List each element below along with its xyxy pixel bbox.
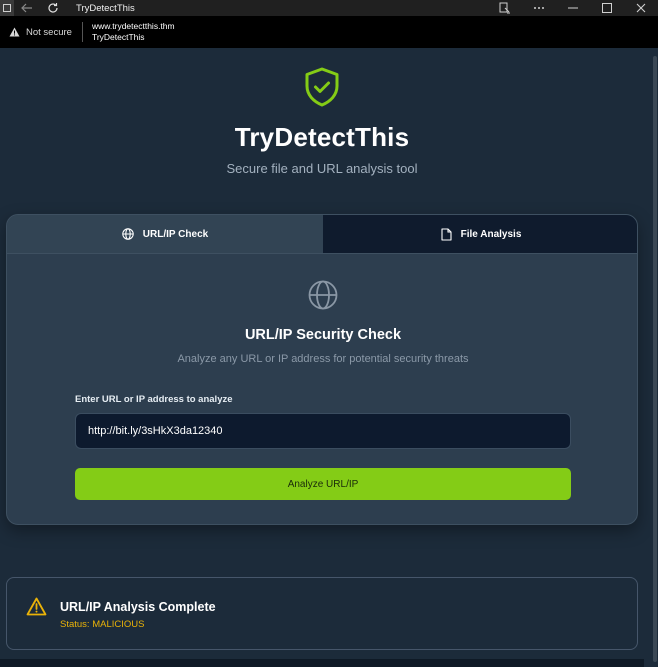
url-input[interactable] — [75, 413, 571, 449]
analysis-card: URL/IP Check File Analysis URL/IP Securi… — [6, 214, 638, 525]
section-description: Analyze any URL or IP address for potent… — [177, 353, 469, 365]
window-titlebar: TryDetectThis — [0, 0, 658, 16]
file-icon — [441, 227, 452, 241]
tab-url-ip-check[interactable]: URL/IP Check — [7, 215, 323, 253]
window-title: TryDetectThis — [76, 2, 135, 14]
site-security-indicator[interactable]: Not secure — [0, 16, 72, 48]
maximize-button[interactable] — [590, 0, 624, 16]
section-title: URL/IP Security Check — [244, 327, 402, 343]
refresh-button[interactable] — [40, 0, 66, 16]
warning-triangle-icon — [9, 27, 20, 37]
close-button[interactable] — [624, 0, 658, 16]
tab-file-analysis[interactable]: File Analysis — [323, 215, 637, 253]
address-bar: Not secure www.trydetectthis.thm TryDete… — [0, 16, 658, 48]
app-subtitle: Secure file and URL analysis tool — [226, 161, 418, 176]
refresh-icon — [48, 3, 58, 13]
reader-mode-button[interactable] — [488, 0, 522, 16]
minimize-button[interactable] — [556, 0, 590, 16]
tab-bar: URL/IP Check File Analysis — [7, 215, 637, 253]
url-display[interactable]: www.trydetectthis.thm TryDetectThis — [92, 21, 175, 43]
result-panel: URL/IP Analysis Complete Status: MALICIO… — [6, 577, 638, 650]
tab-label: File Analysis — [460, 228, 522, 240]
arrow-left-icon — [21, 3, 32, 13]
tab-actions-button[interactable] — [0, 0, 14, 16]
reader-mode-icon — [499, 2, 510, 14]
back-button[interactable] — [14, 0, 40, 16]
scrollbar[interactable] — [650, 48, 658, 667]
maximize-icon — [602, 3, 612, 13]
tab-actions-icon — [3, 4, 11, 12]
globe-icon — [122, 228, 134, 240]
warning-icon — [26, 597, 47, 616]
ellipsis-icon — [534, 7, 544, 9]
url-input-label: Enter URL or IP address to analyze — [75, 394, 233, 405]
result-status: Status: MALICIOUS — [60, 619, 145, 630]
more-options-button[interactable] — [522, 0, 556, 16]
globe-icon — [308, 280, 338, 310]
close-icon — [636, 3, 646, 13]
security-label: Not secure — [26, 26, 72, 38]
result-title: URL/IP Analysis Complete — [60, 600, 216, 614]
minimize-icon — [568, 7, 578, 9]
app-title: TryDetectThis — [234, 122, 410, 152]
page-bottom-edge — [0, 659, 644, 667]
shield-check-icon — [305, 67, 339, 107]
page-content: TryDetectThis Secure file and URL analys… — [0, 48, 658, 667]
scrollbar-thumb[interactable] — [653, 56, 657, 662]
url-text: www.trydetectthis.thm — [91, 21, 175, 31]
tab-label: URL/IP Check — [142, 228, 209, 240]
address-divider — [81, 22, 83, 42]
page-title-text: TryDetectThis — [91, 32, 145, 42]
analyze-url-button[interactable]: Analyze URL/IP — [75, 468, 571, 500]
tab-divider — [7, 253, 637, 254]
